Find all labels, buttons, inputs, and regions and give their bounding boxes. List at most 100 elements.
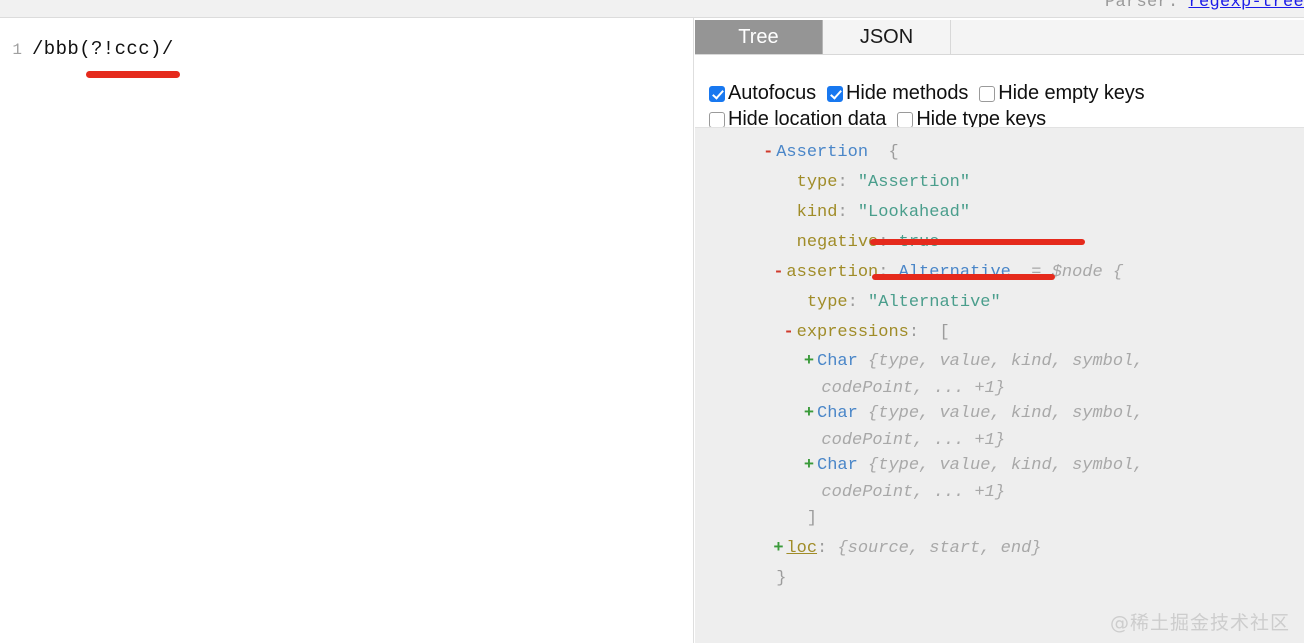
regex-editor-pane[interactable]: 1 /bbb(?!ccc)/ xyxy=(0,18,694,643)
tree-line[interactable]: + loc: {source, start, end} xyxy=(695,534,1304,564)
regex-input[interactable]: /bbb(?!ccc)/ xyxy=(32,38,174,60)
line-number: 1 xyxy=(12,41,22,59)
tree-token: codePoint, ... +1} xyxy=(821,483,1006,502)
tree-annotation-underline-kind xyxy=(870,239,1085,245)
tree-line[interactable]: + Char {type, value, kind, symbol, codePo… xyxy=(695,452,1304,504)
ast-tree[interactable]: - Assertion { type: "Assertion" kind: "Lo… xyxy=(695,127,1304,643)
checkbox-autofocus[interactable] xyxy=(709,85,725,102)
collapse-toggle-icon[interactable]: - xyxy=(760,138,776,168)
tree-token: { xyxy=(868,143,899,162)
parser-link[interactable]: regexp-tree xyxy=(1188,0,1304,12)
tree-line: type: "Assertion" xyxy=(695,168,1304,198)
tree-token: type xyxy=(796,173,838,192)
tree-toggle-spacer xyxy=(781,198,797,228)
tree-toggle-spacer xyxy=(760,564,776,594)
tree-token: type xyxy=(806,293,848,312)
expand-toggle-icon[interactable]: + xyxy=(801,400,817,427)
option-autofocus[interactable]: Autofocus xyxy=(709,82,816,105)
tree-token: kind xyxy=(796,203,838,222)
tab-tree-label: Tree xyxy=(738,25,779,48)
tree-line[interactable]: - Assertion { xyxy=(695,138,1304,168)
tab-json-label: JSON xyxy=(859,25,914,48)
tree-token: {source, start, end} xyxy=(837,539,1042,558)
tree-token: : xyxy=(817,539,838,558)
tree-annotation-underline-negative xyxy=(872,274,1055,280)
tab-json[interactable]: JSON xyxy=(823,20,951,54)
tree-line[interactable]: + Char {type, value, kind, symbol, codePo… xyxy=(695,348,1304,400)
checkbox-hide-methods[interactable] xyxy=(827,85,844,102)
option-autofocus-label: Autofocus xyxy=(728,82,817,104)
tree-token: : xyxy=(837,173,858,192)
collapse-toggle-icon[interactable]: - xyxy=(770,258,786,288)
tab-bar-filler xyxy=(951,20,1304,54)
expand-toggle-icon[interactable]: + xyxy=(801,348,817,375)
tree-token: Char xyxy=(817,352,858,371)
tree-line: type: "Alternative" xyxy=(695,288,1304,318)
tree-line[interactable]: + Char {type, value, kind, symbol, codePo… xyxy=(695,400,1304,452)
tree-line[interactable]: - assertion: Alternative = $node { xyxy=(695,258,1304,288)
checkbox-hide-empty-keys[interactable] xyxy=(979,85,996,102)
tree-toggle-spacer xyxy=(791,504,807,534)
editor-line: 1 /bbb(?!ccc)/ xyxy=(0,38,174,60)
options-group: Autofocus Hide methods Hide empty keys H… xyxy=(695,56,1304,134)
tree-toggle-spacer xyxy=(791,288,807,318)
tab-tree[interactable]: Tree xyxy=(695,20,823,54)
tree-line: ] xyxy=(695,504,1304,534)
checkbox-hide-location-data[interactable] xyxy=(709,111,725,128)
tree-token: codePoint, ... +1} xyxy=(821,379,1006,398)
tab-bar: Tree JSON xyxy=(695,20,1304,55)
tree-line[interactable]: - expressions: [ xyxy=(695,318,1304,348)
tree-token: {type, value, kind, symbol, xyxy=(857,456,1144,475)
tree-token: "Alternative" xyxy=(868,293,1001,312)
editor-annotation-underline xyxy=(86,71,180,78)
parser-info: Parser: regexp-tree xyxy=(1105,0,1304,12)
tree-toggle-spacer xyxy=(781,228,797,258)
tree-token: Char xyxy=(817,404,858,423)
tree-token: codePoint, ... +1} xyxy=(821,431,1006,450)
tree-token: {type, value, kind, symbol, xyxy=(857,404,1144,423)
tree-line: kind: "Lookahead" xyxy=(695,198,1304,228)
ast-panel: Tree JSON Autofocus Hide methods Hide em… xyxy=(695,18,1304,643)
expand-toggle-icon[interactable]: + xyxy=(801,452,817,479)
tree-token: } xyxy=(776,569,787,588)
tree-token: "Lookahead" xyxy=(857,203,971,222)
top-strip: Parser: regexp-tree xyxy=(0,0,1304,18)
option-hide-methods-label: Hide methods xyxy=(846,82,969,104)
tree-token: Char xyxy=(817,456,858,475)
checkbox-hide-type-keys[interactable] xyxy=(897,111,914,128)
tree-line: } xyxy=(695,564,1304,594)
collapse-toggle-icon[interactable]: - xyxy=(781,318,797,348)
option-hide-empty-keys-label: Hide empty keys xyxy=(998,82,1145,104)
expand-toggle-icon[interactable]: + xyxy=(770,534,786,564)
tree-token: {type, value, kind, symbol, xyxy=(857,352,1144,371)
tree-token: : [ xyxy=(908,323,950,342)
tree-token: assertion xyxy=(786,263,879,282)
options-row-1: Autofocus Hide methods Hide empty keys xyxy=(709,82,1304,105)
tree-token: Assertion xyxy=(776,143,869,162)
option-hide-empty-keys[interactable]: Hide empty keys xyxy=(979,82,1145,105)
watermark: @稀土掘金技术社区 xyxy=(1109,612,1290,634)
tree-token: : xyxy=(847,293,869,312)
tree-toggle-spacer xyxy=(781,168,797,198)
tree-token: "Assertion" xyxy=(857,173,971,192)
app-root: Parser: regexp-tree 1 /bbb(?!ccc)/ Tree J… xyxy=(0,0,1304,643)
option-hide-methods[interactable]: Hide methods xyxy=(827,82,968,105)
tree-token: expressions xyxy=(796,323,909,342)
tree-token: : xyxy=(837,203,858,222)
parser-label: Parser: xyxy=(1104,0,1179,12)
tree-token: negative xyxy=(796,233,879,252)
tree-token: ] xyxy=(806,509,818,528)
tree-token[interactable]: loc xyxy=(786,539,817,558)
